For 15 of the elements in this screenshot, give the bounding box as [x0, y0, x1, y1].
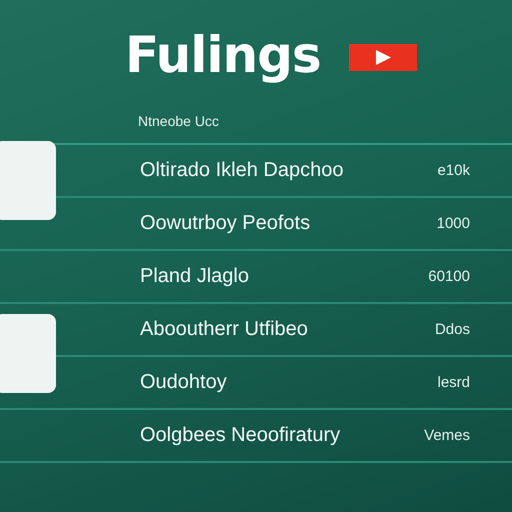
list-item-value: Vemes — [424, 427, 470, 444]
list-item-label: Oolgbees Neoofiratury — [140, 424, 340, 447]
list-item-label: Oowutrboy Peofots — [140, 212, 310, 235]
subtitle: Ntneobe Ucc — [138, 112, 220, 130]
app-title: Fulings — [125, 26, 321, 84]
play-icon[interactable] — [348, 44, 417, 70]
list-item-value: e10k — [437, 162, 470, 179]
list-item-label: Oudohtoy — [140, 371, 227, 394]
list-item-value: 1000 — [436, 215, 470, 232]
list-item-label: Oltirado Ikleh Dapchoo — [140, 159, 344, 182]
list-item-value: Ddos — [434, 321, 470, 338]
list-item-label: Pland Jlaglo — [140, 265, 249, 288]
list-item-value: 60100 — [428, 268, 470, 285]
list-item-label: Abooutherr Utfibeo — [140, 318, 308, 341]
list-item-value: lesrd — [437, 374, 470, 391]
